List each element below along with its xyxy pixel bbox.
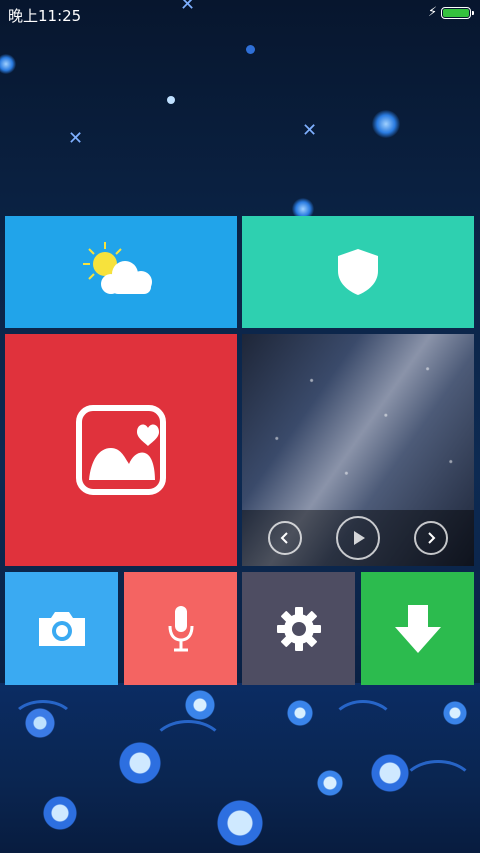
gallery-tile[interactable]	[5, 334, 237, 566]
security-tile[interactable]	[242, 216, 474, 328]
star-dot	[167, 96, 175, 104]
play-icon	[354, 531, 365, 545]
status-bar: 晚上11:25 ⚡	[0, 0, 480, 28]
gallery-mountain-heart-icon	[76, 405, 166, 495]
settings-tile[interactable]	[242, 572, 355, 685]
next-icon	[428, 532, 436, 544]
sparkle-dot	[372, 110, 400, 138]
gear-icon	[276, 606, 321, 651]
downloads-tile[interactable]	[361, 572, 474, 685]
home-screen: ✕ ✕ ✕ 晚上11:25 ⚡	[0, 0, 480, 853]
camera-tile[interactable]	[5, 572, 118, 685]
previous-icon	[280, 532, 288, 544]
sparkle-icon: ✕	[302, 120, 318, 141]
voice-recorder-tile[interactable]	[124, 572, 237, 685]
status-time: 晚上11:25	[8, 7, 82, 25]
star-dot	[246, 45, 255, 54]
flower-field	[0, 683, 480, 853]
vine	[330, 700, 396, 751]
photo-slideshow-tile[interactable]	[242, 334, 474, 566]
download-arrow-icon	[394, 604, 441, 653]
lightning-bolt-icon: ⚡	[428, 5, 438, 20]
next-button[interactable]	[414, 521, 448, 555]
slideshow-controls	[242, 510, 474, 566]
sparkle-icon: ✕	[68, 128, 84, 149]
shield-icon	[338, 249, 378, 295]
sparkle-dot	[0, 54, 16, 74]
battery-full-icon	[441, 7, 474, 19]
play-button[interactable]	[336, 516, 380, 560]
previous-button[interactable]	[268, 521, 302, 555]
weather-tile[interactable]	[5, 216, 237, 328]
vine	[400, 760, 476, 816]
microphone-icon	[168, 605, 193, 651]
camera-icon	[38, 611, 85, 646]
partly-sunny-icon	[83, 242, 152, 294]
vine	[150, 720, 226, 776]
vine	[10, 700, 76, 746]
